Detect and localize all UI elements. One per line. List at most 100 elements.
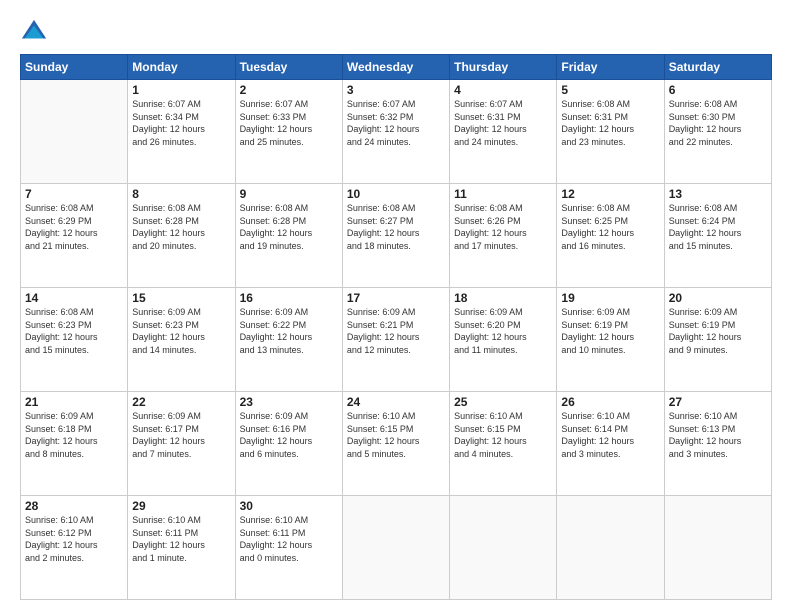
day-number: 29 [132, 499, 230, 513]
day-number: 25 [454, 395, 552, 409]
day-number: 24 [347, 395, 445, 409]
day-info: Sunrise: 6:07 AM Sunset: 6:32 PM Dayligh… [347, 98, 445, 148]
day-cell-3: 3Sunrise: 6:07 AM Sunset: 6:32 PM Daylig… [342, 80, 449, 184]
day-number: 6 [669, 83, 767, 97]
day-cell-5: 5Sunrise: 6:08 AM Sunset: 6:31 PM Daylig… [557, 80, 664, 184]
day-info: Sunrise: 6:08 AM Sunset: 6:28 PM Dayligh… [240, 202, 338, 252]
day-cell-22: 22Sunrise: 6:09 AM Sunset: 6:17 PM Dayli… [128, 392, 235, 496]
day-cell-21: 21Sunrise: 6:09 AM Sunset: 6:18 PM Dayli… [21, 392, 128, 496]
header [20, 18, 772, 46]
day-number: 8 [132, 187, 230, 201]
day-cell-26: 26Sunrise: 6:10 AM Sunset: 6:14 PM Dayli… [557, 392, 664, 496]
day-info: Sunrise: 6:08 AM Sunset: 6:26 PM Dayligh… [454, 202, 552, 252]
calendar-table: SundayMondayTuesdayWednesdayThursdayFrid… [20, 54, 772, 600]
day-number: 11 [454, 187, 552, 201]
day-cell-11: 11Sunrise: 6:08 AM Sunset: 6:26 PM Dayli… [450, 184, 557, 288]
day-number: 30 [240, 499, 338, 513]
day-info: Sunrise: 6:10 AM Sunset: 6:12 PM Dayligh… [25, 514, 123, 564]
day-number: 4 [454, 83, 552, 97]
calendar-header-monday: Monday [128, 55, 235, 80]
day-info: Sunrise: 6:07 AM Sunset: 6:33 PM Dayligh… [240, 98, 338, 148]
day-cell-4: 4Sunrise: 6:07 AM Sunset: 6:31 PM Daylig… [450, 80, 557, 184]
day-info: Sunrise: 6:09 AM Sunset: 6:16 PM Dayligh… [240, 410, 338, 460]
logo [20, 18, 52, 46]
day-number: 7 [25, 187, 123, 201]
day-number: 26 [561, 395, 659, 409]
day-number: 27 [669, 395, 767, 409]
day-cell-30: 30Sunrise: 6:10 AM Sunset: 6:11 PM Dayli… [235, 496, 342, 600]
calendar-header-saturday: Saturday [664, 55, 771, 80]
day-info: Sunrise: 6:08 AM Sunset: 6:24 PM Dayligh… [669, 202, 767, 252]
day-info: Sunrise: 6:08 AM Sunset: 6:25 PM Dayligh… [561, 202, 659, 252]
week-row-4: 21Sunrise: 6:09 AM Sunset: 6:18 PM Dayli… [21, 392, 772, 496]
day-number: 28 [25, 499, 123, 513]
day-cell-13: 13Sunrise: 6:08 AM Sunset: 6:24 PM Dayli… [664, 184, 771, 288]
day-cell-16: 16Sunrise: 6:09 AM Sunset: 6:22 PM Dayli… [235, 288, 342, 392]
day-cell-17: 17Sunrise: 6:09 AM Sunset: 6:21 PM Dayli… [342, 288, 449, 392]
day-number: 17 [347, 291, 445, 305]
day-cell-14: 14Sunrise: 6:08 AM Sunset: 6:23 PM Dayli… [21, 288, 128, 392]
day-cell-1: 1Sunrise: 6:07 AM Sunset: 6:34 PM Daylig… [128, 80, 235, 184]
day-cell-18: 18Sunrise: 6:09 AM Sunset: 6:20 PM Dayli… [450, 288, 557, 392]
day-info: Sunrise: 6:08 AM Sunset: 6:30 PM Dayligh… [669, 98, 767, 148]
day-info: Sunrise: 6:09 AM Sunset: 6:20 PM Dayligh… [454, 306, 552, 356]
day-cell-29: 29Sunrise: 6:10 AM Sunset: 6:11 PM Dayli… [128, 496, 235, 600]
day-number: 13 [669, 187, 767, 201]
day-info: Sunrise: 6:10 AM Sunset: 6:11 PM Dayligh… [132, 514, 230, 564]
day-cell-25: 25Sunrise: 6:10 AM Sunset: 6:15 PM Dayli… [450, 392, 557, 496]
day-number: 21 [25, 395, 123, 409]
day-info: Sunrise: 6:09 AM Sunset: 6:19 PM Dayligh… [669, 306, 767, 356]
day-cell-8: 8Sunrise: 6:08 AM Sunset: 6:28 PM Daylig… [128, 184, 235, 288]
day-info: Sunrise: 6:08 AM Sunset: 6:31 PM Dayligh… [561, 98, 659, 148]
day-cell-2: 2Sunrise: 6:07 AM Sunset: 6:33 PM Daylig… [235, 80, 342, 184]
day-info: Sunrise: 6:09 AM Sunset: 6:23 PM Dayligh… [132, 306, 230, 356]
day-number: 16 [240, 291, 338, 305]
day-info: Sunrise: 6:10 AM Sunset: 6:15 PM Dayligh… [347, 410, 445, 460]
day-number: 15 [132, 291, 230, 305]
calendar-header-wednesday: Wednesday [342, 55, 449, 80]
day-number: 3 [347, 83, 445, 97]
day-cell-6: 6Sunrise: 6:08 AM Sunset: 6:30 PM Daylig… [664, 80, 771, 184]
week-row-5: 28Sunrise: 6:10 AM Sunset: 6:12 PM Dayli… [21, 496, 772, 600]
day-info: Sunrise: 6:07 AM Sunset: 6:34 PM Dayligh… [132, 98, 230, 148]
day-cell-28: 28Sunrise: 6:10 AM Sunset: 6:12 PM Dayli… [21, 496, 128, 600]
day-number: 10 [347, 187, 445, 201]
day-cell-10: 10Sunrise: 6:08 AM Sunset: 6:27 PM Dayli… [342, 184, 449, 288]
day-info: Sunrise: 6:10 AM Sunset: 6:13 PM Dayligh… [669, 410, 767, 460]
day-number: 19 [561, 291, 659, 305]
day-number: 18 [454, 291, 552, 305]
day-cell-7: 7Sunrise: 6:08 AM Sunset: 6:29 PM Daylig… [21, 184, 128, 288]
day-cell-23: 23Sunrise: 6:09 AM Sunset: 6:16 PM Dayli… [235, 392, 342, 496]
day-info: Sunrise: 6:09 AM Sunset: 6:22 PM Dayligh… [240, 306, 338, 356]
page: SundayMondayTuesdayWednesdayThursdayFrid… [0, 0, 792, 612]
calendar-header-friday: Friday [557, 55, 664, 80]
day-info: Sunrise: 6:08 AM Sunset: 6:27 PM Dayligh… [347, 202, 445, 252]
day-number: 14 [25, 291, 123, 305]
day-cell-24: 24Sunrise: 6:10 AM Sunset: 6:15 PM Dayli… [342, 392, 449, 496]
day-number: 20 [669, 291, 767, 305]
day-number: 1 [132, 83, 230, 97]
logo-icon [20, 18, 48, 46]
day-number: 2 [240, 83, 338, 97]
day-cell-12: 12Sunrise: 6:08 AM Sunset: 6:25 PM Dayli… [557, 184, 664, 288]
calendar-header-row: SundayMondayTuesdayWednesdayThursdayFrid… [21, 55, 772, 80]
day-number: 9 [240, 187, 338, 201]
empty-cell [342, 496, 449, 600]
day-cell-19: 19Sunrise: 6:09 AM Sunset: 6:19 PM Dayli… [557, 288, 664, 392]
day-info: Sunrise: 6:10 AM Sunset: 6:11 PM Dayligh… [240, 514, 338, 564]
week-row-2: 7Sunrise: 6:08 AM Sunset: 6:29 PM Daylig… [21, 184, 772, 288]
day-info: Sunrise: 6:08 AM Sunset: 6:28 PM Dayligh… [132, 202, 230, 252]
day-info: Sunrise: 6:09 AM Sunset: 6:18 PM Dayligh… [25, 410, 123, 460]
day-cell-15: 15Sunrise: 6:09 AM Sunset: 6:23 PM Dayli… [128, 288, 235, 392]
empty-cell [664, 496, 771, 600]
day-info: Sunrise: 6:09 AM Sunset: 6:21 PM Dayligh… [347, 306, 445, 356]
day-info: Sunrise: 6:09 AM Sunset: 6:19 PM Dayligh… [561, 306, 659, 356]
day-info: Sunrise: 6:10 AM Sunset: 6:15 PM Dayligh… [454, 410, 552, 460]
day-info: Sunrise: 6:07 AM Sunset: 6:31 PM Dayligh… [454, 98, 552, 148]
day-cell-20: 20Sunrise: 6:09 AM Sunset: 6:19 PM Dayli… [664, 288, 771, 392]
day-info: Sunrise: 6:10 AM Sunset: 6:14 PM Dayligh… [561, 410, 659, 460]
day-cell-9: 9Sunrise: 6:08 AM Sunset: 6:28 PM Daylig… [235, 184, 342, 288]
day-number: 12 [561, 187, 659, 201]
week-row-1: 1Sunrise: 6:07 AM Sunset: 6:34 PM Daylig… [21, 80, 772, 184]
calendar-header-tuesday: Tuesday [235, 55, 342, 80]
